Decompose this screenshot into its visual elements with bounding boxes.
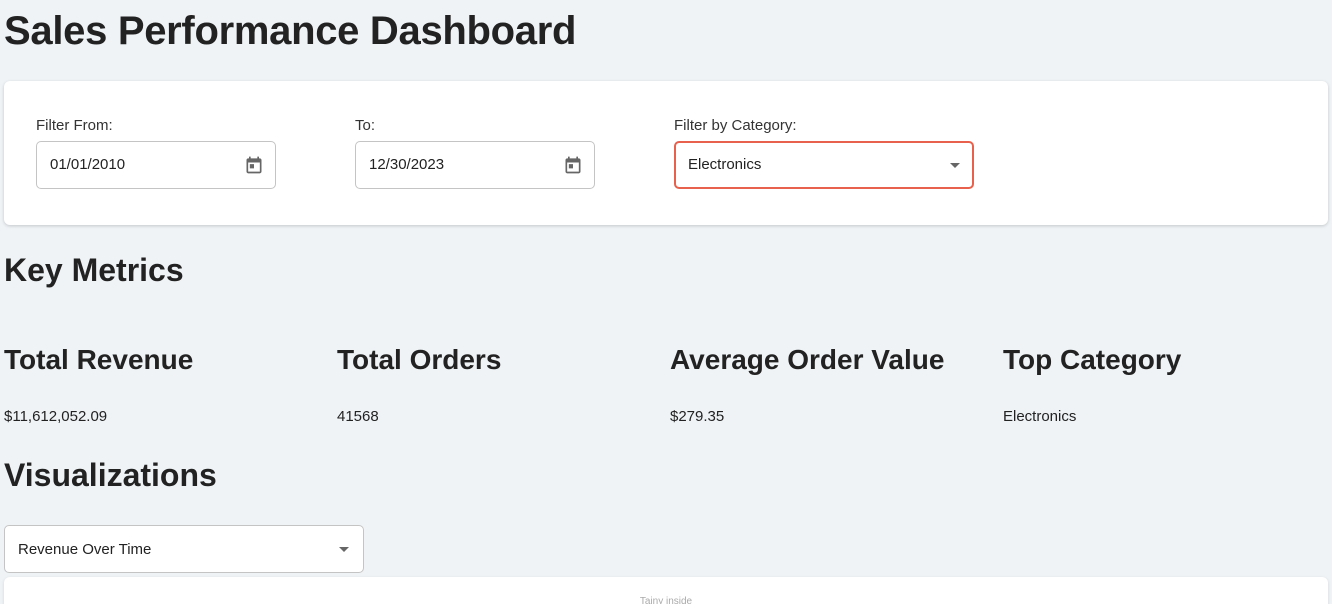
metric-title: Total Orders bbox=[337, 344, 502, 375]
metric-title: Total Revenue bbox=[4, 344, 194, 375]
filter-from-date-input[interactable]: 01/01/2010 bbox=[36, 141, 276, 189]
metric-title: Top Category bbox=[1003, 344, 1182, 375]
visualizations-heading: Visualizations bbox=[4, 457, 217, 493]
key-metrics-heading: Key Metrics bbox=[4, 252, 184, 288]
category-select[interactable]: Electronics bbox=[674, 141, 974, 189]
filter-category-label: Filter by Category: bbox=[674, 117, 797, 134]
page-title: Sales Performance Dashboard bbox=[4, 9, 577, 53]
metric-value: Electronics bbox=[1003, 408, 1077, 425]
chart-hint-text: Tainy inside bbox=[639, 596, 693, 604]
metric-total-revenue: Total Revenue $11,612,052.09 bbox=[4, 342, 324, 425]
filter-from-value: 01/01/2010 bbox=[50, 156, 126, 173]
metric-top-category: Top Category Electronics bbox=[1003, 342, 1323, 425]
filter-to-group: To: 12/30/2023 bbox=[355, 117, 595, 189]
metric-title: Average Order Value bbox=[670, 344, 945, 375]
metric-total-orders: Total Orders 41568 bbox=[337, 342, 657, 425]
chart-container: Tainy inside bbox=[4, 577, 1328, 604]
filter-to-value: 12/30/2023 bbox=[369, 156, 445, 173]
chevron-down-icon bbox=[950, 163, 960, 168]
dashboard-page: Sales Performance Dashboard Filter From:… bbox=[0, 0, 1332, 604]
calendar-icon[interactable] bbox=[244, 155, 264, 175]
metric-value: $11,612,052.09 bbox=[4, 408, 108, 425]
metric-average-order-value: Average Order Value $279.35 bbox=[670, 342, 990, 425]
metric-value: 41568 bbox=[337, 408, 379, 425]
category-select-value: Electronics bbox=[688, 156, 762, 173]
calendar-icon[interactable] bbox=[563, 155, 583, 175]
metric-value: $279.35 bbox=[670, 408, 725, 425]
chart-type-select[interactable]: Revenue Over Time bbox=[4, 525, 364, 573]
filter-from-label: Filter From: bbox=[36, 117, 113, 134]
filter-to-date-input[interactable]: 12/30/2023 bbox=[355, 141, 595, 189]
filter-panel: Filter From: 01/01/2010 To: 12/30/2023 F… bbox=[4, 81, 1328, 225]
filter-to-label: To: bbox=[355, 117, 376, 134]
chevron-down-icon bbox=[339, 547, 349, 552]
filter-category-group: Filter by Category: Electronics bbox=[674, 117, 974, 189]
filter-from-group: Filter From: 01/01/2010 bbox=[36, 117, 276, 189]
chart-type-select-value: Revenue Over Time bbox=[18, 541, 152, 558]
